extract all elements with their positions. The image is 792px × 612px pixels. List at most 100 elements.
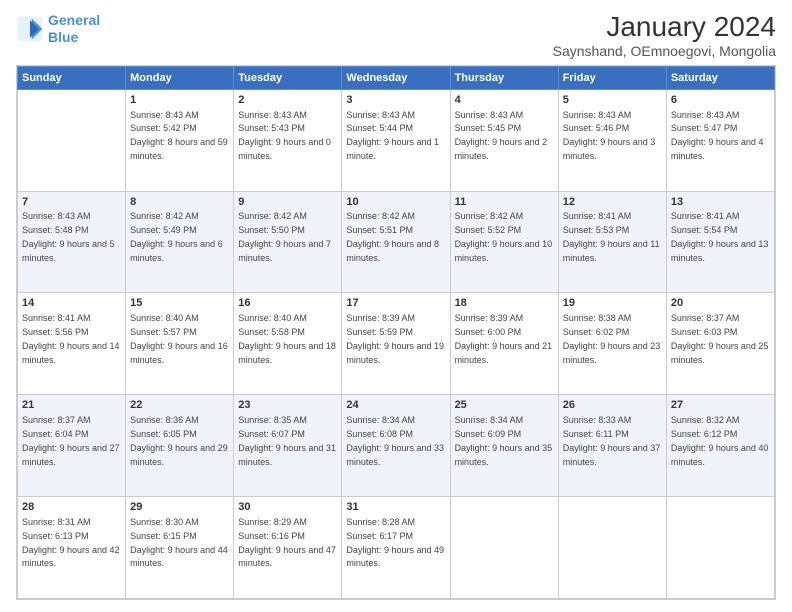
day-info: Sunrise: 8:39 AMSunset: 6:00 PMDaylight:…: [455, 313, 553, 364]
logo-line1: General: [48, 12, 100, 28]
calendar-cell-1-0: 7Sunrise: 8:43 AMSunset: 5:48 PMDaylight…: [18, 191, 126, 293]
calendar-cell-4-1: 29Sunrise: 8:30 AMSunset: 6:15 PMDayligh…: [126, 497, 234, 599]
calendar-cell-3-0: 21 Sunrise: 8:37 AMSunset: 6:04 PMDayligh…: [18, 395, 126, 497]
day-info: Sunrise: 8:35 AMSunset: 6:07 PMDaylight:…: [238, 415, 336, 466]
calendar-week-4: 28Sunrise: 8:31 AMSunset: 6:13 PMDayligh…: [18, 497, 775, 599]
calendar-cell-2-3: 17 Sunrise: 8:39 AMSunset: 5:59 PMDayligh…: [342, 293, 450, 395]
day-info: Sunrise: 8:36 AMSunset: 6:05 PMDaylight:…: [130, 415, 228, 466]
calendar-cell-3-6: 27 Sunrise: 8:32 AMSunset: 6:12 PMDayligh…: [666, 395, 774, 497]
day-number: 30: [238, 500, 337, 515]
day-number: 7: [22, 195, 121, 210]
day-number: 24: [346, 398, 445, 413]
day-info: Sunrise: 8:34 AMSunset: 6:09 PMDaylight:…: [455, 415, 553, 466]
day-number: 10: [346, 195, 445, 210]
day-number: 27: [671, 398, 770, 413]
day-info: Sunrise: 8:41 AMSunset: 5:53 PMDaylight:…: [563, 211, 660, 262]
calendar-cell-3-3: 24 Sunrise: 8:34 AMSunset: 6:08 PMDayligh…: [342, 395, 450, 497]
day-number: 11: [455, 195, 554, 210]
day-info: Sunrise: 8:33 AMSunset: 6:11 PMDaylight:…: [563, 415, 661, 466]
calendar-week-3: 21 Sunrise: 8:37 AMSunset: 6:04 PMDayligh…: [18, 395, 775, 497]
day-info: Sunrise: 8:40 AMSunset: 5:58 PMDaylight:…: [238, 313, 336, 364]
calendar-cell-2-1: 15 Sunrise: 8:40 AMSunset: 5:57 PMDayligh…: [126, 293, 234, 395]
day-info: Sunrise: 8:40 AMSunset: 5:57 PMDaylight:…: [130, 313, 228, 364]
calendar-cell-1-2: 9Sunrise: 8:42 AMSunset: 5:50 PMDaylight…: [234, 191, 342, 293]
day-info: Sunrise: 8:31 AMSunset: 6:13 PMDaylight:…: [22, 517, 120, 568]
calendar-cell-4-3: 31 Sunrise: 8:28 AMSunset: 6:17 PMDayligh…: [342, 497, 450, 599]
day-info: Sunrise: 8:41 AMSunset: 5:54 PMDaylight:…: [671, 211, 769, 262]
day-number: 29: [130, 500, 229, 515]
col-sunday: Sunday: [18, 66, 126, 89]
page: General Blue January 2024 Saynshand, OEm…: [0, 0, 792, 612]
calendar-table: Sunday Monday Tuesday Wednesday Thursday…: [17, 66, 775, 599]
calendar-cell-0-6: 6 Sunrise: 8:43 AMSunset: 5:47 PMDaylight…: [666, 89, 774, 191]
calendar-cell-1-4: 11Sunrise: 8:42 AMSunset: 5:52 PMDayligh…: [450, 191, 558, 293]
calendar-cell-2-2: 16Sunrise: 8:40 AMSunset: 5:58 PMDayligh…: [234, 293, 342, 395]
calendar-cell-2-6: 20 Sunrise: 8:37 AMSunset: 6:03 PMDayligh…: [666, 293, 774, 395]
day-number: 5: [563, 93, 662, 108]
day-info: Sunrise: 8:42 AMSunset: 5:51 PMDaylight:…: [346, 211, 439, 262]
day-info: Sunrise: 8:34 AMSunset: 6:08 PMDaylight:…: [346, 415, 444, 466]
calendar: Sunday Monday Tuesday Wednesday Thursday…: [16, 65, 776, 600]
col-wednesday: Wednesday: [342, 66, 450, 89]
calendar-cell-3-4: 25 Sunrise: 8:34 AMSunset: 6:09 PMDayligh…: [450, 395, 558, 497]
day-number: 4: [455, 93, 554, 108]
day-info: Sunrise: 8:41 AMSunset: 5:56 PMDaylight:…: [22, 313, 120, 364]
main-title: January 2024: [553, 12, 776, 43]
day-number: 9: [238, 195, 337, 210]
day-info: Sunrise: 8:43 AMSunset: 5:43 PMDaylight:…: [238, 110, 331, 161]
calendar-cell-0-3: 3Sunrise: 8:43 AMSunset: 5:44 PMDaylight…: [342, 89, 450, 191]
day-number: 31: [346, 500, 445, 515]
day-number: 26: [563, 398, 662, 413]
calendar-cell-4-4: [450, 497, 558, 599]
day-number: 1: [130, 93, 229, 108]
calendar-week-1: 7Sunrise: 8:43 AMSunset: 5:48 PMDaylight…: [18, 191, 775, 293]
day-info: Sunrise: 8:37 AMSunset: 6:04 PMDaylight:…: [22, 415, 120, 466]
calendar-body: 1 Sunrise: 8:43 AMSunset: 5:42 PMDaylight…: [18, 89, 775, 598]
calendar-cell-1-3: 10Sunrise: 8:42 AMSunset: 5:51 PMDayligh…: [342, 191, 450, 293]
day-info: Sunrise: 8:43 AMSunset: 5:45 PMDaylight:…: [455, 110, 548, 161]
day-number: 21: [22, 398, 121, 413]
day-number: 14: [22, 296, 121, 311]
day-info: Sunrise: 8:28 AMSunset: 6:17 PMDaylight:…: [346, 517, 444, 568]
logo-icon: [16, 15, 44, 43]
logo: General Blue: [16, 12, 100, 46]
calendar-cell-2-5: 19Sunrise: 8:38 AMSunset: 6:02 PMDayligh…: [558, 293, 666, 395]
col-friday: Friday: [558, 66, 666, 89]
calendar-cell-3-1: 22Sunrise: 8:36 AMSunset: 6:05 PMDayligh…: [126, 395, 234, 497]
day-info: Sunrise: 8:43 AMSunset: 5:47 PMDaylight:…: [671, 110, 764, 161]
calendar-cell-2-0: 14 Sunrise: 8:41 AMSunset: 5:56 PMDayligh…: [18, 293, 126, 395]
calendar-cell-0-0: [18, 89, 126, 191]
day-info: Sunrise: 8:32 AMSunset: 6:12 PMDaylight:…: [671, 415, 769, 466]
calendar-cell-1-5: 12Sunrise: 8:41 AMSunset: 5:53 PMDayligh…: [558, 191, 666, 293]
day-info: Sunrise: 8:39 AMSunset: 5:59 PMDaylight:…: [346, 313, 444, 364]
logo-line2: Blue: [48, 29, 78, 45]
col-thursday: Thursday: [450, 66, 558, 89]
calendar-week-0: 1 Sunrise: 8:43 AMSunset: 5:42 PMDaylight…: [18, 89, 775, 191]
day-number: 6: [671, 93, 770, 108]
day-number: 20: [671, 296, 770, 311]
day-number: 18: [455, 296, 554, 311]
day-info: Sunrise: 8:42 AMSunset: 5:50 PMDaylight:…: [238, 211, 331, 262]
day-number: 25: [455, 398, 554, 413]
day-info: Sunrise: 8:42 AMSunset: 5:49 PMDaylight:…: [130, 211, 223, 262]
calendar-cell-4-6: [666, 497, 774, 599]
day-number: 19: [563, 296, 662, 311]
calendar-cell-0-5: 5Sunrise: 8:43 AMSunset: 5:46 PMDaylight…: [558, 89, 666, 191]
calendar-cell-4-5: [558, 497, 666, 599]
day-number: 8: [130, 195, 229, 210]
day-info: Sunrise: 8:42 AMSunset: 5:52 PMDaylight:…: [455, 211, 553, 262]
col-monday: Monday: [126, 66, 234, 89]
day-number: 13: [671, 195, 770, 210]
calendar-cell-0-1: 1 Sunrise: 8:43 AMSunset: 5:42 PMDaylight…: [126, 89, 234, 191]
day-number: 15: [130, 296, 229, 311]
day-info: Sunrise: 8:43 AMSunset: 5:44 PMDaylight:…: [346, 110, 439, 161]
calendar-cell-0-4: 4 Sunrise: 8:43 AMSunset: 5:45 PMDaylight…: [450, 89, 558, 191]
calendar-cell-3-2: 23 Sunrise: 8:35 AMSunset: 6:07 PMDayligh…: [234, 395, 342, 497]
header: General Blue January 2024 Saynshand, OEm…: [16, 12, 776, 59]
day-info: Sunrise: 8:43 AMSunset: 5:42 PMDaylight:…: [130, 110, 228, 161]
day-number: 23: [238, 398, 337, 413]
calendar-cell-4-0: 28Sunrise: 8:31 AMSunset: 6:13 PMDayligh…: [18, 497, 126, 599]
calendar-header: Sunday Monday Tuesday Wednesday Thursday…: [18, 66, 775, 89]
day-number: 17: [346, 296, 445, 311]
day-info: Sunrise: 8:37 AMSunset: 6:03 PMDaylight:…: [671, 313, 769, 364]
